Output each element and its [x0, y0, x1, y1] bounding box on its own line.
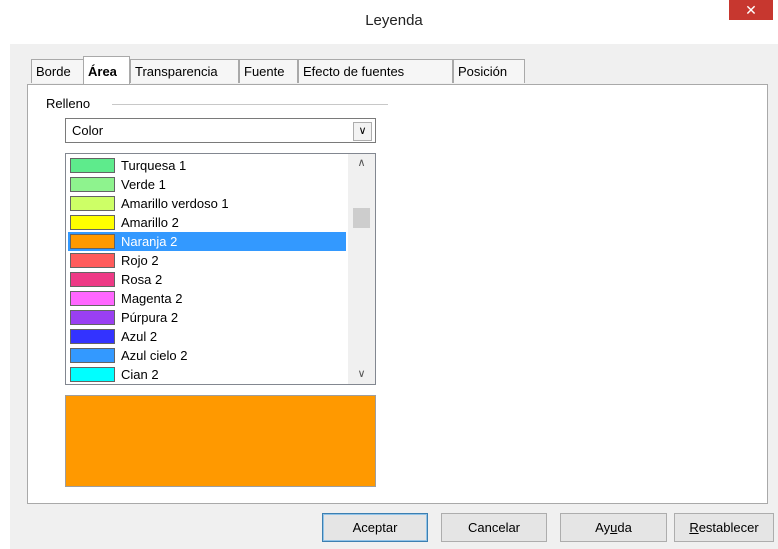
- color-name-label: Cian 2: [121, 367, 159, 382]
- color-name-label: Rosa 2: [121, 272, 163, 287]
- color-swatch: [70, 253, 115, 268]
- fill-group-divider: [112, 104, 388, 105]
- color-list-item[interactable]: Amarillo verdoso 1: [68, 194, 346, 213]
- window-left-edge: [0, 0, 10, 549]
- color-name-label: Rojo 2: [121, 253, 159, 268]
- dialog-title: Leyenda: [365, 12, 423, 29]
- chevron-down-icon[interactable]: ∨: [353, 122, 372, 141]
- fill-type-select[interactable]: Color ∨: [65, 118, 376, 143]
- color-swatch: [70, 234, 115, 249]
- color-swatch: [70, 177, 115, 192]
- close-icon: ✕: [745, 2, 757, 18]
- color-swatch: [70, 158, 115, 173]
- color-swatch: [70, 367, 115, 382]
- scroll-up-icon[interactable]: ∧: [348, 155, 375, 172]
- color-list-item[interactable]: Rojo 2: [68, 251, 346, 270]
- tab-fuente[interactable]: Fuente: [239, 59, 298, 83]
- color-name-label: Turquesa 1: [121, 158, 187, 173]
- legend-dialog: Leyenda ✕ Borde Área Transparencia Fuent…: [0, 0, 778, 549]
- color-list-item[interactable]: Naranja 2: [68, 232, 346, 251]
- color-name-label: Azul 2: [121, 329, 158, 344]
- title-bar: Leyenda ✕: [10, 0, 778, 44]
- color-list-item[interactable]: Cian 2: [68, 365, 346, 384]
- color-list-item[interactable]: Rosa 2: [68, 270, 346, 289]
- color-swatch: [70, 348, 115, 363]
- color-name-label: Magenta 2: [121, 291, 183, 306]
- ok-button[interactable]: Aceptar: [322, 513, 428, 542]
- reset-button[interactable]: Restablecer: [674, 513, 774, 542]
- help-button-label: Ayuda: [595, 520, 632, 535]
- color-swatch: [70, 272, 115, 287]
- tab-efecto-de-fuentes[interactable]: Efecto de fuentes: [298, 59, 453, 83]
- color-preview: [65, 395, 376, 487]
- color-list-item[interactable]: Púrpura 2: [68, 308, 346, 327]
- scrollbar-thumb[interactable]: [353, 208, 370, 228]
- color-list-item[interactable]: Verde 1: [68, 175, 346, 194]
- color-list-item[interactable]: Azul 2: [68, 327, 346, 346]
- color-list[interactable]: Cian 2 Azul cielo 2 Azul 2 Púrpura 2 Magenta…: [65, 153, 376, 385]
- color-name-label: Verde 1: [121, 177, 166, 192]
- color-name-label: Amarillo verdoso 1: [121, 196, 229, 211]
- close-button[interactable]: ✕: [729, 0, 773, 20]
- fill-group-label: Relleno: [46, 96, 91, 111]
- color-name-label: Amarillo 2: [121, 215, 179, 230]
- cancel-button[interactable]: Cancelar: [441, 513, 547, 542]
- color-swatch: [70, 310, 115, 325]
- tab-area[interactable]: Área: [83, 56, 130, 84]
- tab-posicion[interactable]: Posición: [453, 59, 525, 83]
- color-list-item[interactable]: Azul cielo 2: [68, 346, 346, 365]
- color-list-scrollbar[interactable]: ∧ ∨: [348, 154, 375, 384]
- color-name-label: Azul cielo 2: [121, 348, 188, 363]
- color-name-label: Naranja 2: [121, 234, 178, 249]
- help-button[interactable]: Ayuda: [560, 513, 667, 542]
- scroll-down-icon[interactable]: ∨: [348, 366, 375, 383]
- color-swatch: [70, 215, 115, 230]
- color-name-label: Púrpura 2: [121, 310, 179, 325]
- color-list-item[interactable]: Magenta 2: [68, 289, 346, 308]
- fill-type-value: Color: [72, 123, 104, 138]
- tab-transparencia[interactable]: Transparencia: [130, 59, 239, 83]
- reset-button-label: Restablecer: [689, 520, 759, 535]
- color-swatch: [70, 196, 115, 211]
- color-swatch: [70, 329, 115, 344]
- color-swatch: [70, 291, 115, 306]
- color-list-item[interactable]: Turquesa 1: [68, 156, 346, 175]
- tab-borde[interactable]: Borde: [31, 59, 84, 83]
- color-list-item[interactable]: Amarillo 2: [68, 213, 346, 232]
